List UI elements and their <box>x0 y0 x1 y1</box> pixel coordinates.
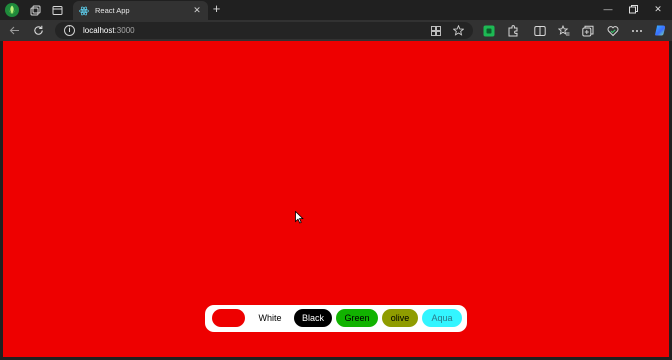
close-icon[interactable]: ✕ <box>192 5 202 16</box>
collections-icon[interactable] <box>581 24 594 37</box>
heart-icon[interactable] <box>606 24 619 37</box>
tab-actions-icon[interactable] <box>50 3 64 17</box>
color-button-green[interactable]: Green <box>336 309 378 327</box>
restore-icon[interactable] <box>626 3 640 16</box>
mouse-cursor-icon <box>295 211 304 224</box>
color-button-aqua[interactable]: Aqua <box>422 309 462 327</box>
url-host: localhost <box>83 26 115 35</box>
refresh-icon[interactable] <box>32 24 45 37</box>
copilot-icon[interactable] <box>654 24 667 37</box>
url-text[interactable]: localhost:3000 <box>83 25 135 36</box>
color-picker-bar: Red White Black Green olive Aqua <box>205 305 467 332</box>
color-button-red[interactable]: Red <box>212 309 245 327</box>
app-available-icon[interactable] <box>430 25 441 36</box>
extension-icon[interactable] <box>482 24 495 37</box>
address-bar[interactable]: i localhost:3000 <box>55 22 473 39</box>
split-screen-icon[interactable] <box>533 24 546 37</box>
url-port: :3000 <box>114 26 135 35</box>
workspaces-icon[interactable] <box>28 3 42 17</box>
color-button-olive[interactable]: olive <box>382 309 418 327</box>
minimize-icon[interactable]: — <box>601 3 615 16</box>
browser-toolbar: i localhost:3000 <box>0 20 672 41</box>
window-close-icon[interactable]: ✕ <box>651 3 665 16</box>
react-icon <box>79 6 89 16</box>
back-arrow-icon[interactable] <box>8 24 21 37</box>
plus-icon[interactable]: + <box>210 2 223 16</box>
tab-title: React App <box>95 6 130 15</box>
favorites-icon[interactable] <box>557 24 570 37</box>
more-icon[interactable] <box>630 24 643 37</box>
star-icon[interactable] <box>453 25 464 36</box>
info-icon[interactable]: i <box>64 25 75 36</box>
page-viewport: Red White Black Green olive Aqua <box>3 41 669 357</box>
puzzle-icon[interactable] <box>506 24 519 37</box>
color-button-black[interactable]: Black <box>294 309 332 327</box>
profile-avatar-icon[interactable] <box>5 3 19 17</box>
tab-react-app[interactable]: React App ✕ <box>73 1 208 20</box>
tab-strip: React App ✕ + — ✕ <box>0 0 672 20</box>
color-button-white[interactable]: White <box>253 309 287 327</box>
